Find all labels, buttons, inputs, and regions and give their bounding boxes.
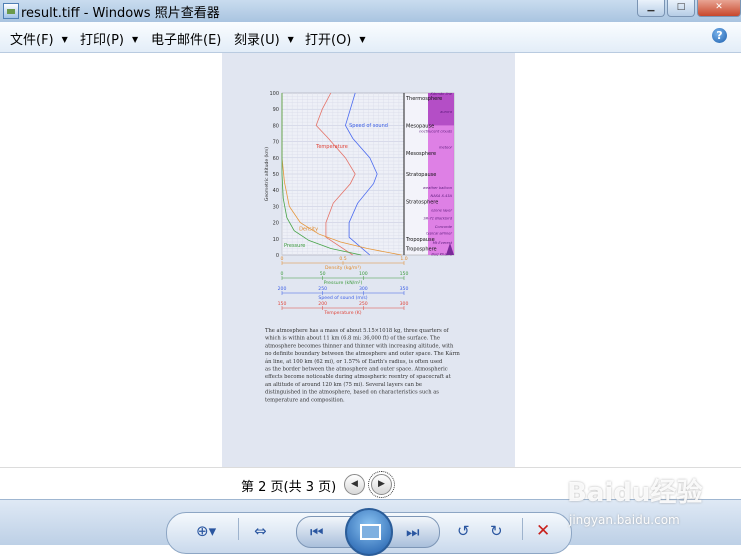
document-text-line: temperature and composition. [265, 397, 345, 403]
minimize-button[interactable]: ▁ [637, 0, 665, 17]
bottom-axis-tick-label: 0 [281, 256, 284, 262]
bottom-axis-tick-label: 150 [400, 271, 409, 277]
bottom-axis-tick-label: 350 [400, 286, 409, 292]
bottom-axis-label: Speed of sound (m/s) [318, 295, 367, 301]
y-tick-label: 60 [273, 156, 279, 162]
bottom-axis-tick-label: 1.0 [400, 256, 407, 262]
actual-size-button[interactable]: ⇔ [254, 522, 267, 540]
altitude-annotation: Kármán line [430, 92, 452, 96]
layer-label: Mesosphere [406, 151, 436, 157]
previous-image-button[interactable]: ⏮ [310, 523, 324, 541]
close-button[interactable]: ✕ [697, 0, 741, 17]
altitude-annotation: meteor [439, 145, 453, 149]
bottom-axis-tick-label: 300 [400, 301, 409, 307]
previous-page-button[interactable]: ◀ [344, 474, 365, 495]
window-title: result.tiff - Windows 照片查看器 [21, 6, 220, 21]
bottom-axis-tick-label: 200 [318, 301, 327, 307]
menu-bar: 文件(F) ▼ 打印(P) ▼ 电子邮件(E) 刻录(U) ▼ 打开(O) ▼ ? [0, 22, 741, 53]
bottom-axis-label: Pressure (kN/m²) [324, 280, 363, 286]
page-indicator: 第 2 页(共 3 页) [241, 480, 337, 495]
window-controls: ▁ □ ✕ [635, 0, 741, 18]
y-axis-label: Geometric altitude (km) [264, 147, 270, 201]
document-text-line: The atmosphere has a mass of about 5.15×… [265, 328, 450, 334]
y-tick-label: 40 [273, 188, 279, 194]
y-tick-label: 30 [273, 204, 279, 210]
document-text-line: án line, at 100 km (62 mi), or 1.57% of … [265, 358, 443, 365]
photo-viewer-app-icon [3, 3, 19, 19]
bottom-axis-tick-label: 150 [278, 301, 287, 307]
chevron-down-icon: ▼ [61, 35, 68, 44]
atmosphere-diagram: 0 10 20 30 40 50 60 70 80 90 100 Geometric altitude… [264, 91, 460, 403]
bottom-axis-label: Temperature (K) [323, 310, 361, 316]
bottom-axis-tick-label: 200 [278, 286, 287, 292]
document-text-line: atmosphere becomes thinner and thinner w… [265, 343, 454, 349]
image-viewer: 0 10 20 30 40 50 60 70 80 90 100 Geometric altitude… [0, 53, 741, 467]
y-tick-label: 0 [276, 253, 279, 259]
curve-label-pressure: Pressure [284, 243, 305, 249]
altitude-annotation: typical airliner [426, 231, 452, 235]
toolbar-separator [238, 518, 239, 540]
y-tick-label: 80 [273, 123, 279, 129]
help-icon[interactable]: ? [712, 28, 727, 43]
altitude-annotation: NASA X-43A [431, 194, 453, 198]
document-text-line: effects become noticeable during atmosph… [265, 374, 452, 380]
bottom-axis-tick-label: 250 [359, 301, 368, 307]
document-text-line: an altitude of around 120 km (75 mi). Se… [265, 381, 422, 388]
menu-print[interactable]: 打印(P) ▼ [80, 29, 138, 48]
document-page: 0 10 20 30 40 50 60 70 80 90 100 Geometric altitude… [222, 53, 515, 467]
altitude-annotation: ozone layer [431, 209, 452, 213]
bottom-axis-tick-label: 100 [359, 271, 368, 277]
document-text-line: as the border between the atmosphere and… [265, 367, 448, 373]
y-tick-label: 90 [273, 107, 279, 113]
chevron-down-icon: ▼ [359, 35, 366, 44]
altitude-annotation: Concorde [435, 225, 453, 229]
baidu-watermark: Baidu经验 jingyan.baidu.com [567, 458, 737, 532]
curve-label-density: Density [299, 227, 318, 233]
rotate-counterclockwise-button[interactable]: ↺ [457, 522, 470, 540]
bottom-axis-tick-label: 50 [320, 271, 326, 277]
maximize-button[interactable]: □ [667, 0, 695, 17]
altitude-annotation: weather balloon [423, 186, 453, 190]
chevron-down-icon: ▼ [131, 35, 139, 44]
rotate-clockwise-button[interactable]: ↻ [490, 522, 503, 540]
next-image-button[interactable]: ⏭ [406, 523, 420, 541]
altitude-annotation: SR-71 Blackbird [423, 217, 452, 221]
menu-file[interactable]: 文件(F) ▼ [10, 29, 68, 48]
layer-label: Stratopause [406, 172, 436, 178]
layer-label: Tropopause [405, 237, 435, 243]
y-tick-label: 70 [273, 140, 279, 146]
altitude-annotation: noctilucent clouds [419, 129, 452, 133]
y-tick-label: 100 [269, 91, 279, 97]
next-page-button[interactable]: ▶ [368, 471, 395, 498]
watermark-url: jingyan.baidu.com [569, 513, 680, 527]
layer-label: Thermosphere [405, 96, 442, 102]
menu-burn[interactable]: 刻录(U) ▼ [234, 29, 294, 48]
bottom-axis-tick-label: 0 [281, 271, 284, 277]
document-text-line: no definite boundary between the atmosph… [265, 350, 460, 357]
curve-label-speed: Speed of sound [349, 123, 388, 129]
bottom-axis-tick-label: 250 [318, 286, 327, 292]
zoom-button[interactable]: ⊕▾ [196, 522, 216, 540]
altitude-annotation: aurora [440, 110, 452, 114]
watermark-logo: Baidu经验 [567, 478, 703, 508]
bottom-axis-label: Density (kg/m³) [325, 265, 361, 271]
curve-label-temperature: Temperature [315, 144, 348, 150]
document-text-line: which is within about 11 km (6.8 mi; 36,… [265, 335, 440, 342]
title-bar: result.tiff - Windows 照片查看器 ▁ □ ✕ [0, 0, 741, 22]
delete-button[interactable]: ✕ [536, 521, 550, 541]
bottom-axis-tick-label: 0.5 [339, 256, 346, 262]
y-tick-label: 20 [273, 221, 279, 227]
layer-label: Stratosphere [406, 200, 438, 206]
menu-email[interactable]: 电子邮件(E) [151, 29, 221, 48]
slideshow-button[interactable] [345, 508, 393, 556]
menu-open[interactable]: 打开(O) ▼ [305, 29, 366, 48]
chevron-down-icon: ▼ [287, 35, 294, 44]
y-tick-label: 50 [273, 172, 279, 178]
y-tick-label: 10 [273, 237, 279, 243]
bottom-axis-tick-label: 300 [359, 286, 368, 292]
document-text-line: distinguished in the atmosphere, based o… [265, 390, 439, 396]
toolbar-separator [522, 518, 523, 540]
